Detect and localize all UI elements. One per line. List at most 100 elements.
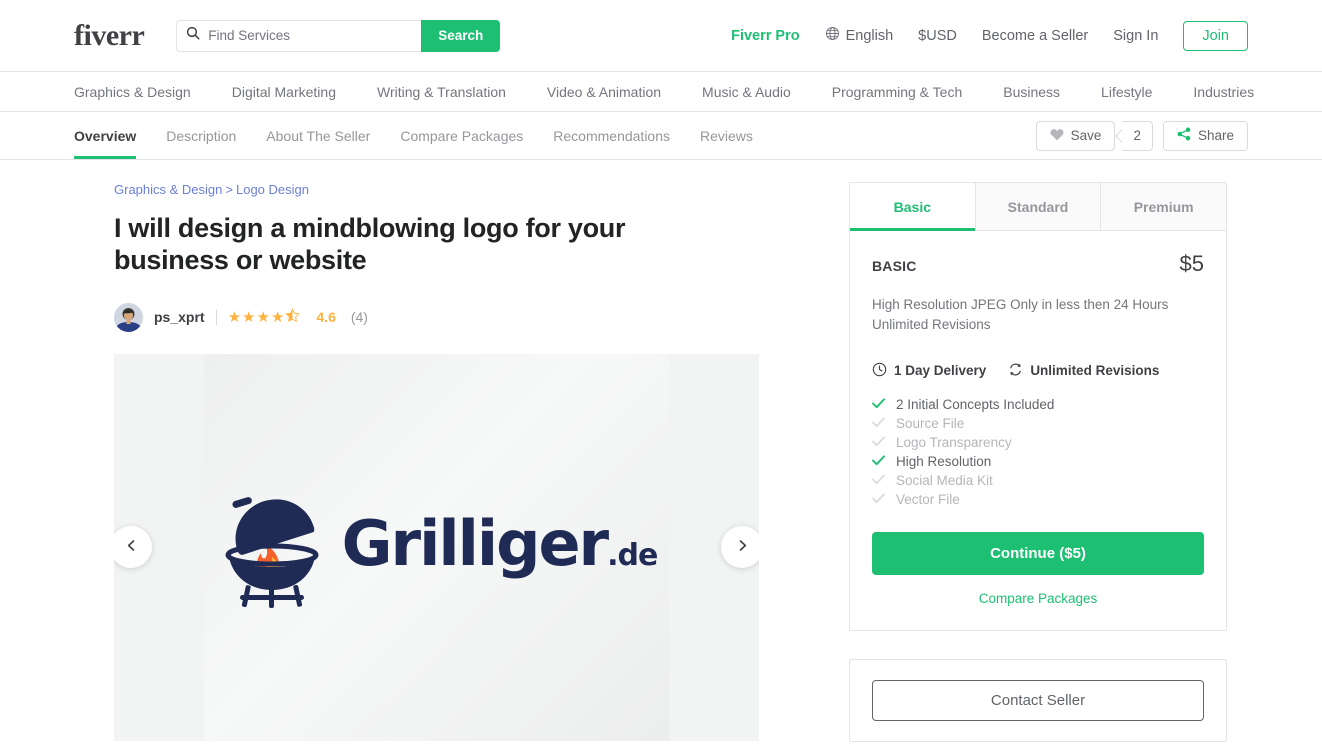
package-body: BASIC $5 High Resolution JPEG Only in le… xyxy=(850,231,1226,630)
feature-item: 2 Initial Concepts Included xyxy=(872,397,1204,412)
tab-overview[interactable]: Overview xyxy=(74,112,137,159)
package-tab-standard[interactable]: Standard xyxy=(975,183,1102,230)
sign-in-link[interactable]: Sign In xyxy=(1113,28,1158,44)
page-body: Graphics & Design > Logo Design I will des… xyxy=(0,160,1322,754)
category-nav: Graphics & Design Digital Marketing Writ… xyxy=(0,72,1322,112)
gig-actions: Save 2 Share xyxy=(1035,120,1248,151)
search-bar: Search xyxy=(176,19,501,52)
category-industries[interactable]: Industries xyxy=(1193,84,1254,100)
seller-name[interactable]: ps_xprt xyxy=(154,309,205,325)
delivery-label: 1 Day Delivery xyxy=(894,363,987,378)
grill-illustration-icon xyxy=(225,497,319,609)
check-icon xyxy=(872,473,885,488)
contact-seller-card: Contact Seller xyxy=(849,658,1227,742)
gig-sidebar: Basic Standard Premium BASIC $5 High Res… xyxy=(849,182,1227,754)
feature-item: Vector File xyxy=(872,492,1204,507)
feature-label: High Resolution xyxy=(896,453,992,469)
package-name: BASIC xyxy=(872,258,917,274)
feature-label: 2 Initial Concepts Included xyxy=(896,396,1055,412)
search-icon xyxy=(186,26,208,45)
feature-label: Source File xyxy=(896,415,965,431)
feature-item: Logo Transparency xyxy=(872,435,1204,450)
category-graphics-design[interactable]: Graphics & Design xyxy=(74,84,191,100)
feature-item: Source File xyxy=(872,416,1204,431)
category-writing-translation[interactable]: Writing & Translation xyxy=(377,84,506,100)
heart-icon xyxy=(1050,128,1064,144)
chevron-right-icon xyxy=(736,539,749,555)
category-video-animation[interactable]: Video & Animation xyxy=(547,84,661,100)
star-icon: ★ xyxy=(242,308,256,326)
category-music-audio[interactable]: Music & Audio xyxy=(702,84,791,100)
breadcrumb-subcategory[interactable]: Logo Design xyxy=(236,182,309,197)
header-actions: Fiverr Pro English $USD Become a Seller … xyxy=(731,20,1248,51)
gallery-next-button[interactable] xyxy=(721,526,759,569)
search-box xyxy=(176,19,422,52)
breadcrumb-separator: > xyxy=(225,182,233,197)
tab-recommendations[interactable]: Recommendations xyxy=(553,112,670,159)
globe-icon xyxy=(825,26,840,45)
package-tab-premium[interactable]: Premium xyxy=(1101,183,1227,230)
gig-tabs: Overview Description About The Seller Co… xyxy=(74,112,753,159)
seller-info: ps_xprt ★ ★ ★ ★ 4.6 (4) xyxy=(114,302,759,332)
package-price: $5 xyxy=(1179,251,1204,276)
save-count-badge: 2 xyxy=(1122,120,1153,151)
compare-packages-link[interactable]: Compare Packages xyxy=(872,591,1204,606)
star-icon: ★ xyxy=(227,308,242,326)
gallery-prev-button[interactable] xyxy=(114,526,152,569)
package-features: 2 Initial Concepts Included Source File … xyxy=(872,397,1204,507)
join-button[interactable]: Join xyxy=(1183,20,1248,51)
star-icon: ★ xyxy=(270,308,285,326)
category-programming-tech[interactable]: Programming & Tech xyxy=(832,84,962,100)
share-label: Share xyxy=(1197,128,1234,143)
page-title: I will design a mindblowing logo for you… xyxy=(114,213,626,276)
logo-artwork: Grilliger .de xyxy=(216,477,658,609)
category-business[interactable]: Business xyxy=(1003,84,1060,100)
fiverr-logo[interactable]: fiverr xyxy=(74,20,145,51)
check-icon xyxy=(872,492,885,507)
avatar[interactable] xyxy=(114,302,143,332)
gig-gallery: Grilliger .de xyxy=(114,353,759,741)
rating-value: 4.6 xyxy=(316,309,336,326)
become-a-seller-link[interactable]: Become a Seller xyxy=(982,28,1088,44)
refresh-icon xyxy=(1008,362,1023,380)
feature-label: Vector File xyxy=(896,491,960,507)
breadcrumb-category[interactable]: Graphics & Design xyxy=(114,182,222,197)
package-card: Basic Standard Premium BASIC $5 High Res… xyxy=(849,182,1227,631)
check-icon xyxy=(872,416,885,431)
feature-label: Logo Transparency xyxy=(896,434,1012,450)
contact-seller-button[interactable]: Contact Seller xyxy=(872,679,1204,721)
search-input[interactable] xyxy=(208,28,413,43)
language-selector[interactable]: English xyxy=(825,26,894,45)
package-meta: 1 Day Delivery Unlimited Revisions xyxy=(872,362,1204,380)
tab-reviews[interactable]: Reviews xyxy=(700,112,753,159)
feature-label: Social Media Kit xyxy=(896,472,993,488)
currency-selector[interactable]: $USD xyxy=(918,28,957,44)
fiverr-pro-link[interactable]: Fiverr Pro xyxy=(731,28,800,44)
rating-stars: ★ ★ ★ ★ xyxy=(228,308,301,326)
category-lifestyle[interactable]: Lifestyle xyxy=(1101,84,1152,100)
top-header: fiverr Search Fiverr Pro xyxy=(0,0,1322,72)
star-half-icon xyxy=(285,308,301,326)
search-button[interactable]: Search xyxy=(421,19,501,52)
revisions-label: Unlimited Revisions xyxy=(1030,363,1160,378)
divider xyxy=(215,309,217,325)
delivery-time: 1 Day Delivery xyxy=(872,362,986,380)
tab-about-the-seller[interactable]: About The Seller xyxy=(266,112,370,159)
rating-count: (4) xyxy=(350,309,368,326)
gallery-current-image[interactable]: Grilliger .de xyxy=(204,353,669,741)
tab-description[interactable]: Description xyxy=(166,112,236,159)
continue-button[interactable]: Continue ($5) xyxy=(872,531,1204,575)
share-button[interactable]: Share xyxy=(1162,120,1248,151)
chevron-left-icon xyxy=(125,539,138,555)
check-icon xyxy=(872,454,885,469)
category-digital-marketing[interactable]: Digital Marketing xyxy=(232,84,336,100)
package-header: BASIC $5 xyxy=(872,251,1204,277)
breadcrumb: Graphics & Design > Logo Design xyxy=(114,182,759,197)
check-icon xyxy=(872,435,885,450)
package-description: High Resolution JPEG Only in less then 2… xyxy=(872,297,1169,333)
package-tab-basic[interactable]: Basic xyxy=(850,183,976,231)
save-button[interactable]: Save xyxy=(1035,120,1116,151)
tab-compare-packages[interactable]: Compare Packages xyxy=(400,112,523,159)
language-label: English xyxy=(845,27,894,44)
save-label: Save xyxy=(1070,128,1102,143)
